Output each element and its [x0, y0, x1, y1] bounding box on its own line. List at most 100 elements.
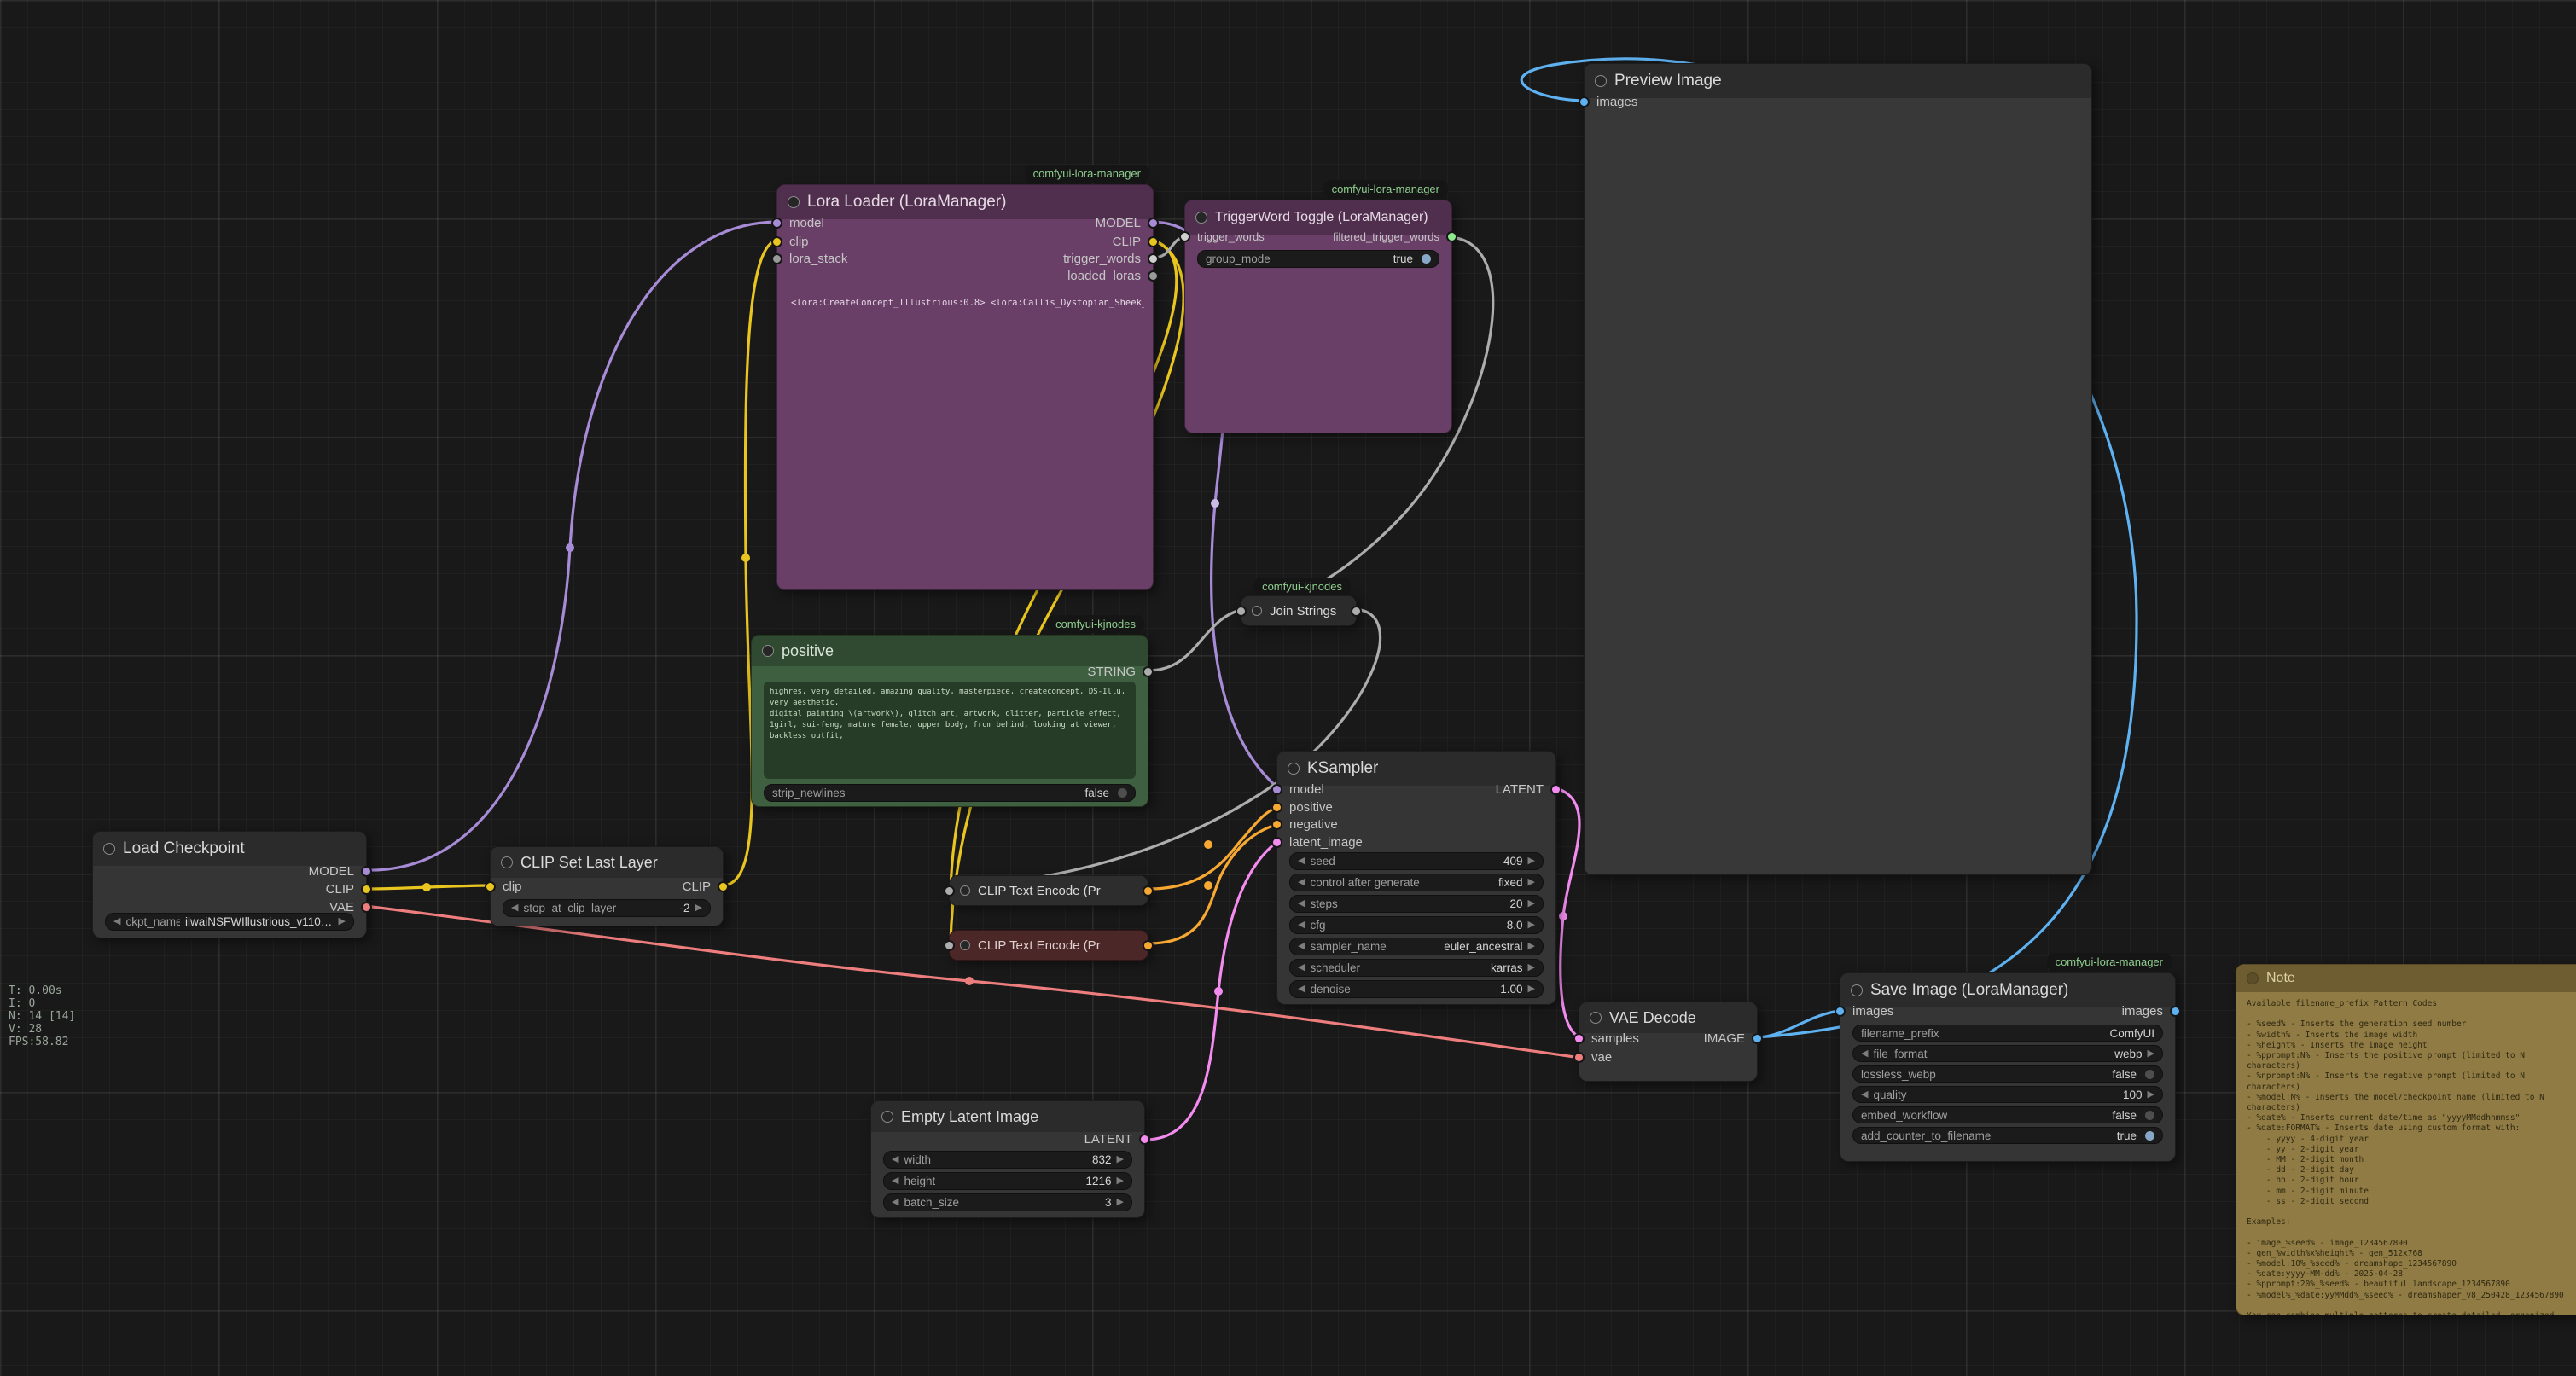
slot-dot-clip[interactable] — [718, 881, 729, 892]
arrow-right-icon[interactable]: ▶ — [1117, 1176, 1124, 1186]
node-load-checkpoint[interactable]: Load Checkpoint MODEL CLIP VAE ◀ ckpt_na… — [92, 831, 367, 938]
node-clip-text-encode-negative[interactable]: CLIP Text Encode (Pr — [949, 930, 1148, 961]
collapse-dot[interactable] — [960, 940, 970, 950]
lora-syntax-text[interactable]: <lora:CreateConcept_Illustrious:0.8> <lo… — [791, 298, 1144, 308]
input-slot-trigger-words[interactable]: trigger_words — [1179, 228, 1265, 245]
output-slot-model[interactable]: MODEL — [309, 862, 372, 880]
node-empty-latent-image[interactable]: Empty Latent Image LATENT ◀ width 832 ▶ … — [870, 1100, 1145, 1218]
output-slot-clip[interactable]: CLIP — [326, 880, 372, 897]
widget-filename-prefix[interactable]: filename_prefix ComfyUI — [1852, 1025, 2163, 1042]
widget-height[interactable]: ◀ height 1216 ▶ — [883, 1172, 1132, 1190]
node-preview-image[interactable]: Preview Image images — [1584, 63, 2092, 875]
slot-dot-clip[interactable] — [1148, 236, 1159, 247]
collapse-dot[interactable] — [1851, 984, 1863, 996]
output-slot-clip[interactable]: CLIP — [683, 878, 729, 895]
node-triggerword-toggle[interactable]: comfyui-lora-manager TriggerWord Toggle … — [1184, 200, 1452, 433]
output-slot-image[interactable]: IMAGE — [1704, 1030, 1763, 1047]
input-slot-images[interactable]: images — [1835, 1002, 1893, 1019]
graph-canvas[interactable]: T: 0.00s I: 0 N: 14 [14] V: 28 FPS:58.82… — [0, 0, 2576, 1376]
slot-dot-string[interactable] — [1143, 666, 1154, 677]
widget-scheduler[interactable]: ◀ scheduler karras ▶ — [1289, 959, 1544, 977]
collapse-dot[interactable] — [1252, 606, 1262, 616]
slot-dot-latent[interactable] — [1573, 1033, 1585, 1044]
slot-dot-loaded-loras[interactable] — [1148, 270, 1159, 282]
node-title-bar[interactable]: Join Strings — [1241, 596, 1356, 625]
widget-group-mode[interactable]: group_mode true — [1197, 250, 1439, 268]
slot-dot-image[interactable] — [1752, 1033, 1763, 1044]
node-save-image[interactable]: comfyui-lora-manager Save Image (LoraMan… — [1840, 972, 2176, 1162]
toggle-indicator[interactable] — [2145, 1070, 2154, 1079]
collapse-dot[interactable] — [1288, 763, 1300, 775]
slot-dot-model[interactable] — [361, 866, 372, 877]
widget-lossless-webp[interactable]: lossless_webp false — [1852, 1065, 2163, 1083]
slot-dot-clip[interactable] — [361, 884, 372, 895]
arrow-right-icon[interactable]: ▶ — [2148, 1049, 2154, 1059]
collapse-dot[interactable] — [960, 885, 970, 896]
input-slot-negative[interactable]: negative — [1271, 816, 1338, 833]
node-lora-loader[interactable]: comfyui-lora-manager Lora Loader (LoraMa… — [776, 184, 1154, 590]
collapsed-output-dot[interactable] — [1351, 606, 1362, 617]
slot-dot-conditioning[interactable] — [1271, 802, 1282, 813]
input-slot-vae[interactable]: vae — [1573, 1048, 1612, 1065]
slot-dot-conditioning[interactable] — [1271, 819, 1282, 830]
node-title-bar[interactable]: Preview Image — [1585, 64, 2091, 98]
widget-control-after-generate[interactable]: ◀ control after generate fixed ▶ — [1289, 874, 1544, 891]
collapse-dot[interactable] — [762, 645, 774, 657]
slot-dot-vae[interactable] — [1573, 1052, 1585, 1063]
node-title-bar[interactable]: CLIP Text Encode (Pr — [950, 931, 1148, 960]
slot-dot-lora-stack[interactable] — [771, 253, 782, 264]
widget-cfg[interactable]: ◀ cfg 8.0 ▶ — [1289, 916, 1544, 934]
node-title-bar[interactable]: Load Checkpoint — [93, 832, 366, 866]
collapsed-input-dot[interactable] — [944, 885, 955, 897]
arrow-right-icon[interactable]: ▶ — [1117, 1198, 1124, 1207]
output-slot-loaded-loras[interactable]: loaded_loras — [1067, 267, 1159, 284]
arrow-right-icon[interactable]: ▶ — [1528, 984, 1535, 994]
collapsed-output-dot[interactable] — [1143, 885, 1154, 897]
arrow-left-icon[interactable]: ◀ — [1298, 963, 1305, 972]
node-ksampler[interactable]: KSampler model positive negative latent_… — [1276, 751, 1556, 1005]
slot-dot-latent[interactable] — [1550, 784, 1561, 795]
node-title-bar[interactable]: CLIP Set Last Layer — [491, 847, 723, 878]
output-slot-model[interactable]: MODEL — [1096, 214, 1159, 231]
collapsed-input-dot[interactable] — [944, 940, 955, 951]
input-slot-samples[interactable]: samples — [1573, 1030, 1639, 1047]
node-title-bar[interactable]: VAE Decode — [1579, 1002, 1757, 1033]
slot-dot-image[interactable] — [1579, 96, 1590, 107]
slot-dot-clip[interactable] — [485, 881, 496, 892]
widget-file-format[interactable]: ◀ file_format webp ▶ — [1852, 1045, 2163, 1062]
arrow-right-icon[interactable]: ▶ — [1528, 878, 1535, 887]
widget-embed-workflow[interactable]: embed_workflow false — [1852, 1106, 2163, 1123]
input-slot-clip[interactable]: clip — [485, 878, 522, 895]
slot-dot-model[interactable] — [1271, 784, 1282, 795]
node-title-bar[interactable]: Empty Latent Image — [871, 1101, 1144, 1132]
slot-dot-model[interactable] — [771, 218, 782, 229]
collapse-dot[interactable] — [1595, 75, 1607, 87]
input-slot-model[interactable]: model — [771, 214, 824, 231]
arrow-left-icon[interactable]: ◀ — [892, 1198, 898, 1207]
toggle-indicator[interactable] — [1118, 788, 1127, 798]
widget-width[interactable]: ◀ width 832 ▶ — [883, 1151, 1132, 1169]
collapse-dot[interactable] — [881, 1111, 893, 1123]
output-slot-string[interactable]: STRING — [1087, 663, 1154, 680]
node-note[interactable]: Note Available filename_prefix Pattern C… — [2236, 964, 2576, 1315]
node-positive-prompt[interactable]: comfyui-kjnodes positive STRING highres,… — [751, 635, 1148, 807]
output-slot-clip[interactable]: CLIP — [1113, 233, 1159, 250]
widget-denoise[interactable]: ◀ denoise 1.00 ▶ — [1289, 980, 1544, 998]
collapse-dot[interactable] — [1195, 212, 1207, 224]
toggle-indicator[interactable] — [1422, 254, 1431, 264]
arrow-left-icon[interactable]: ◀ — [511, 903, 518, 913]
arrow-right-icon[interactable]: ▶ — [1528, 899, 1535, 909]
slot-dot-filtered-trigger-words[interactable] — [1446, 231, 1457, 242]
input-slot-lora-stack[interactable]: lora_stack — [771, 250, 847, 267]
node-vae-decode[interactable]: VAE Decode samples vae IMAGE — [1579, 1002, 1758, 1082]
slot-dot-model[interactable] — [1148, 218, 1159, 229]
widget-quality[interactable]: ◀ quality 100 ▶ — [1852, 1086, 2163, 1103]
slot-dot-trigger-words[interactable] — [1148, 253, 1159, 264]
input-slot-latent-image[interactable]: latent_image — [1271, 833, 1363, 851]
collapse-dot[interactable] — [103, 843, 115, 855]
input-slot-positive[interactable]: positive — [1271, 798, 1333, 816]
arrow-left-icon[interactable]: ◀ — [1298, 899, 1305, 909]
node-title-bar[interactable]: Note — [2236, 965, 2576, 992]
slot-dot-latent[interactable] — [1271, 837, 1282, 848]
prompt-textarea[interactable]: highres, very detailed, amazing quality,… — [764, 682, 1136, 779]
